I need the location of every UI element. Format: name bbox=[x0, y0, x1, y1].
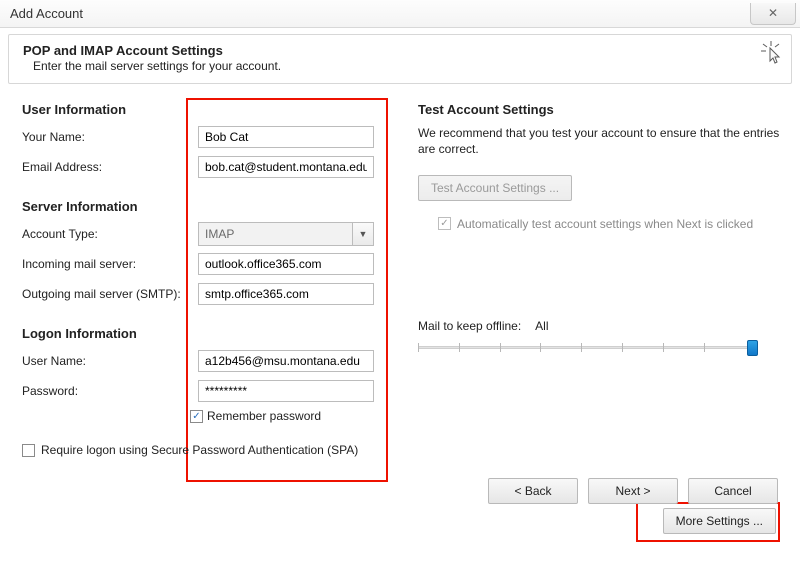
auto-test-label: Automatically test account settings when… bbox=[457, 217, 753, 231]
right-column: Test Account Settings We recommend that … bbox=[418, 102, 780, 457]
section-logon-information: Logon Information bbox=[22, 326, 382, 341]
slider-tick bbox=[540, 343, 541, 352]
email-address-input[interactable] bbox=[198, 156, 374, 178]
back-button[interactable]: < Back bbox=[488, 478, 578, 504]
spa-checkbox[interactable] bbox=[22, 444, 35, 457]
test-account-settings-button[interactable]: Test Account Settings ... bbox=[418, 175, 572, 201]
slider-thumb[interactable] bbox=[747, 340, 758, 356]
slider-tick bbox=[663, 343, 664, 352]
slider-tick bbox=[704, 343, 705, 352]
chevron-down-icon[interactable]: ▼ bbox=[352, 222, 374, 246]
section-server-information: Server Information bbox=[22, 199, 382, 214]
window-close-button[interactable]: ✕ bbox=[750, 3, 796, 25]
account-type-dropdown[interactable]: IMAP ▼ bbox=[198, 222, 374, 246]
auto-test-row[interactable]: Automatically test account settings when… bbox=[438, 217, 780, 231]
email-address-label: Email Address: bbox=[22, 160, 198, 174]
section-test-settings: Test Account Settings bbox=[418, 102, 780, 117]
left-column: User Information Your Name: Email Addres… bbox=[22, 102, 382, 457]
mail-keep-offline-value: All bbox=[535, 319, 548, 333]
remember-password-label: Remember password bbox=[207, 409, 321, 423]
spa-label: Require logon using Secure Password Auth… bbox=[41, 443, 358, 457]
wizard-header: POP and IMAP Account Settings Enter the … bbox=[8, 34, 792, 84]
username-input[interactable] bbox=[198, 350, 374, 372]
test-settings-description: We recommend that you test your account … bbox=[418, 125, 780, 157]
cursor-click-icon bbox=[761, 41, 781, 70]
slider-rail bbox=[418, 346, 758, 349]
your-name-label: Your Name: bbox=[22, 130, 198, 144]
password-input[interactable] bbox=[198, 380, 374, 402]
slider-tick bbox=[459, 343, 460, 352]
outgoing-server-label: Outgoing mail server (SMTP): bbox=[22, 287, 198, 301]
wizard-subtitle: Enter the mail server settings for your … bbox=[33, 59, 777, 73]
remember-password-checkbox[interactable] bbox=[190, 410, 203, 423]
remember-password-row[interactable]: Remember password bbox=[190, 409, 382, 423]
spa-row[interactable]: Require logon using Secure Password Auth… bbox=[22, 443, 382, 457]
auto-test-checkbox[interactable] bbox=[438, 217, 451, 230]
username-label: User Name: bbox=[22, 354, 198, 368]
account-type-value: IMAP bbox=[198, 222, 352, 246]
incoming-server-input[interactable] bbox=[198, 253, 374, 275]
title-bar: Add Account ✕ bbox=[0, 0, 800, 28]
slider-tick bbox=[418, 343, 419, 352]
account-type-label: Account Type: bbox=[22, 227, 198, 241]
incoming-server-label: Incoming mail server: bbox=[22, 257, 198, 271]
slider-tick bbox=[500, 343, 501, 352]
wizard-title: POP and IMAP Account Settings bbox=[23, 43, 777, 58]
slider-tick bbox=[581, 343, 582, 352]
cancel-button[interactable]: Cancel bbox=[688, 478, 778, 504]
mail-keep-offline-label: Mail to keep offline: bbox=[418, 319, 521, 333]
slider-tick bbox=[622, 343, 623, 352]
password-label: Password: bbox=[22, 384, 198, 398]
more-settings-button[interactable]: More Settings ... bbox=[663, 508, 776, 534]
wizard-body: User Information Your Name: Email Addres… bbox=[0, 84, 800, 514]
wizard-footer: < Back Next > Cancel bbox=[488, 478, 778, 504]
window-title: Add Account bbox=[10, 6, 83, 21]
outgoing-server-input[interactable] bbox=[198, 283, 374, 305]
next-button[interactable]: Next > bbox=[588, 478, 678, 504]
your-name-input[interactable] bbox=[198, 126, 374, 148]
section-user-information: User Information bbox=[22, 102, 382, 117]
close-icon: ✕ bbox=[768, 6, 778, 20]
mail-keep-offline-slider[interactable] bbox=[418, 339, 758, 355]
